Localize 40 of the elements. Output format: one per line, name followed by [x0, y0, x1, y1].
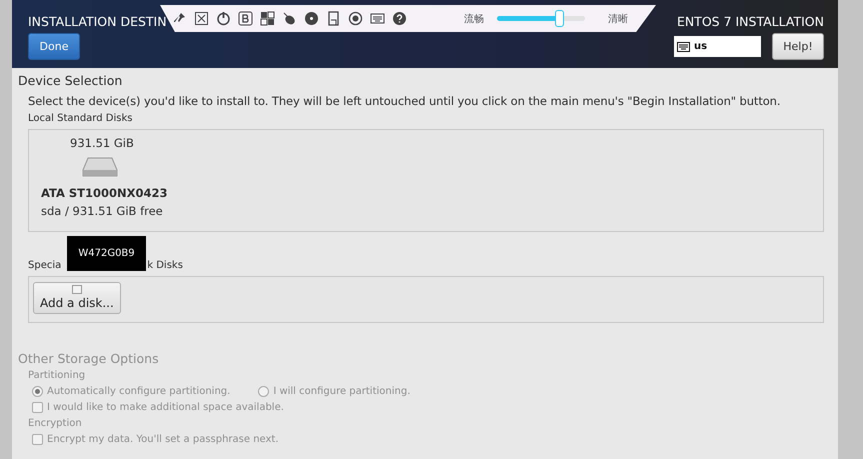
section-label: Encryption	[28, 418, 83, 429]
bold-letter-icon[interactable]	[238, 11, 253, 26]
keyboard-icon[interactable]	[370, 11, 385, 26]
checkbox[interactable]	[32, 434, 43, 445]
section-heading: Device Selection	[18, 73, 124, 88]
keyboard-layout-field[interactable]: us	[674, 36, 761, 57]
slider-label: 清晰	[608, 12, 628, 26]
quality-slider[interactable]	[495, 10, 587, 27]
option-label: Encrypt my data. You'll set a passphrase next.	[47, 434, 279, 445]
help-icon[interactable]	[392, 11, 407, 26]
radio-button[interactable]	[32, 386, 43, 397]
option-label: I would like to make additional space available.	[47, 402, 284, 413]
section-label: Specia	[28, 260, 62, 271]
slider-label: 流畅	[464, 12, 484, 26]
disk-item[interactable]: 931.51 GiB ATA ST1000NX0423 sda / 931.51 GiB free	[39, 136, 170, 231]
fullscreen-icon[interactable]	[194, 11, 209, 26]
grid-icon[interactable]	[260, 11, 275, 26]
slider-thumb[interactable]	[554, 10, 564, 27]
hard-drive-icon	[82, 156, 118, 178]
instruction-text: Select the device(s) you'd like to install to. They will be left untouched until you click on the main menu's "Begin Installation" button.	[28, 94, 782, 108]
tooltip: W472G0B9	[67, 236, 146, 271]
power-icon[interactable]	[216, 11, 231, 26]
record-icon[interactable]	[348, 11, 363, 26]
disk-details: sda / 931.51 GiB free	[41, 204, 163, 218]
product-title: ENTOS 7 INSTALLATION	[676, 14, 824, 29]
disk-size: 931.51 GiB	[70, 136, 134, 150]
checkbox[interactable]	[32, 402, 43, 413]
disk-name: ATA ST1000NX0423	[41, 186, 168, 200]
done-button[interactable]: Done	[28, 33, 80, 60]
section-label: k Disks	[147, 260, 183, 271]
add-disk-button[interactable]: Add a disk...	[33, 282, 121, 314]
disc-icon[interactable]	[304, 11, 319, 26]
window-title: INSTALLATION DESTIN	[28, 14, 167, 29]
section-label: Local Standard Disks	[28, 113, 134, 124]
floppy-icon[interactable]	[326, 11, 341, 26]
help-button[interactable]: Help!	[772, 33, 824, 60]
radio-button[interactable]	[258, 386, 270, 397]
section-heading: Other Storage Options	[18, 351, 160, 366]
section-label: Partitioning	[28, 370, 86, 381]
keyboard-icon	[677, 42, 690, 52]
